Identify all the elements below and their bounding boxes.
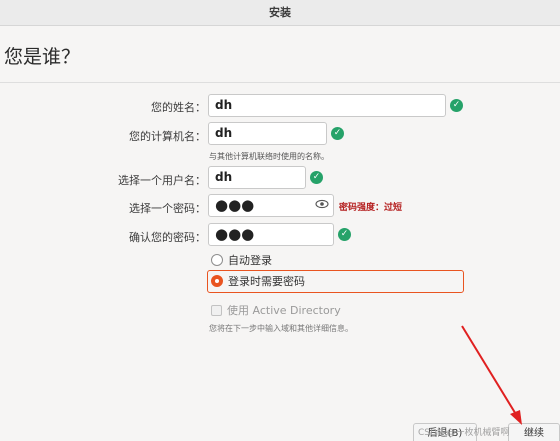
- window-title: 安装: [269, 6, 291, 19]
- confirm-ok-icon: ✓: [338, 228, 351, 241]
- radio-off-icon: [211, 254, 223, 266]
- divider: [0, 82, 560, 83]
- computer-name-hint: 与其他计算机联络时使用的名称。: [209, 152, 329, 161]
- radio-on-icon: [211, 275, 223, 287]
- name-ok-icon: ✓: [450, 99, 463, 112]
- confirm-password-label: 确认您的密码：: [129, 231, 206, 244]
- name-field[interactable]: dh: [208, 94, 446, 117]
- password-label: 选择一个密码：: [129, 202, 206, 215]
- annotation-arrow: [461, 325, 522, 425]
- confirm-password-field[interactable]: ●●●: [208, 223, 334, 246]
- active-directory-checkbox[interactable]: 使用 Active Directory: [211, 302, 341, 318]
- watermark: CSDN @一枚机械臂啊: [418, 428, 510, 438]
- auto-login-label: 自动登录: [228, 254, 272, 267]
- continue-button[interactable]: 继续: [508, 423, 560, 441]
- require-password-radio[interactable]: 登录时需要密码: [211, 273, 305, 289]
- username-field[interactable]: dh: [208, 166, 306, 189]
- require-password-label: 登录时需要密码: [228, 275, 305, 288]
- username-label: 选择一个用户名：: [118, 174, 206, 187]
- computer-name-field[interactable]: dh: [208, 122, 327, 145]
- username-ok-icon: ✓: [310, 171, 323, 184]
- computer-name-label: 您的计算机名：: [129, 130, 206, 143]
- active-directory-hint: 您将在下一步中输入域和其他详细信息。: [209, 324, 353, 333]
- page-title: 您是谁？: [4, 46, 81, 68]
- checkbox-icon: [211, 304, 222, 316]
- window-titlebar: 安装: [0, 0, 560, 26]
- eye-icon[interactable]: [315, 197, 329, 211]
- password-strength: 密码强度：过短: [339, 203, 403, 213]
- active-directory-label: 使用 Active Directory: [227, 304, 341, 317]
- auto-login-radio[interactable]: 自动登录: [211, 252, 272, 268]
- computer-name-ok-icon: ✓: [331, 127, 344, 140]
- name-label: 您的姓名：: [151, 101, 206, 114]
